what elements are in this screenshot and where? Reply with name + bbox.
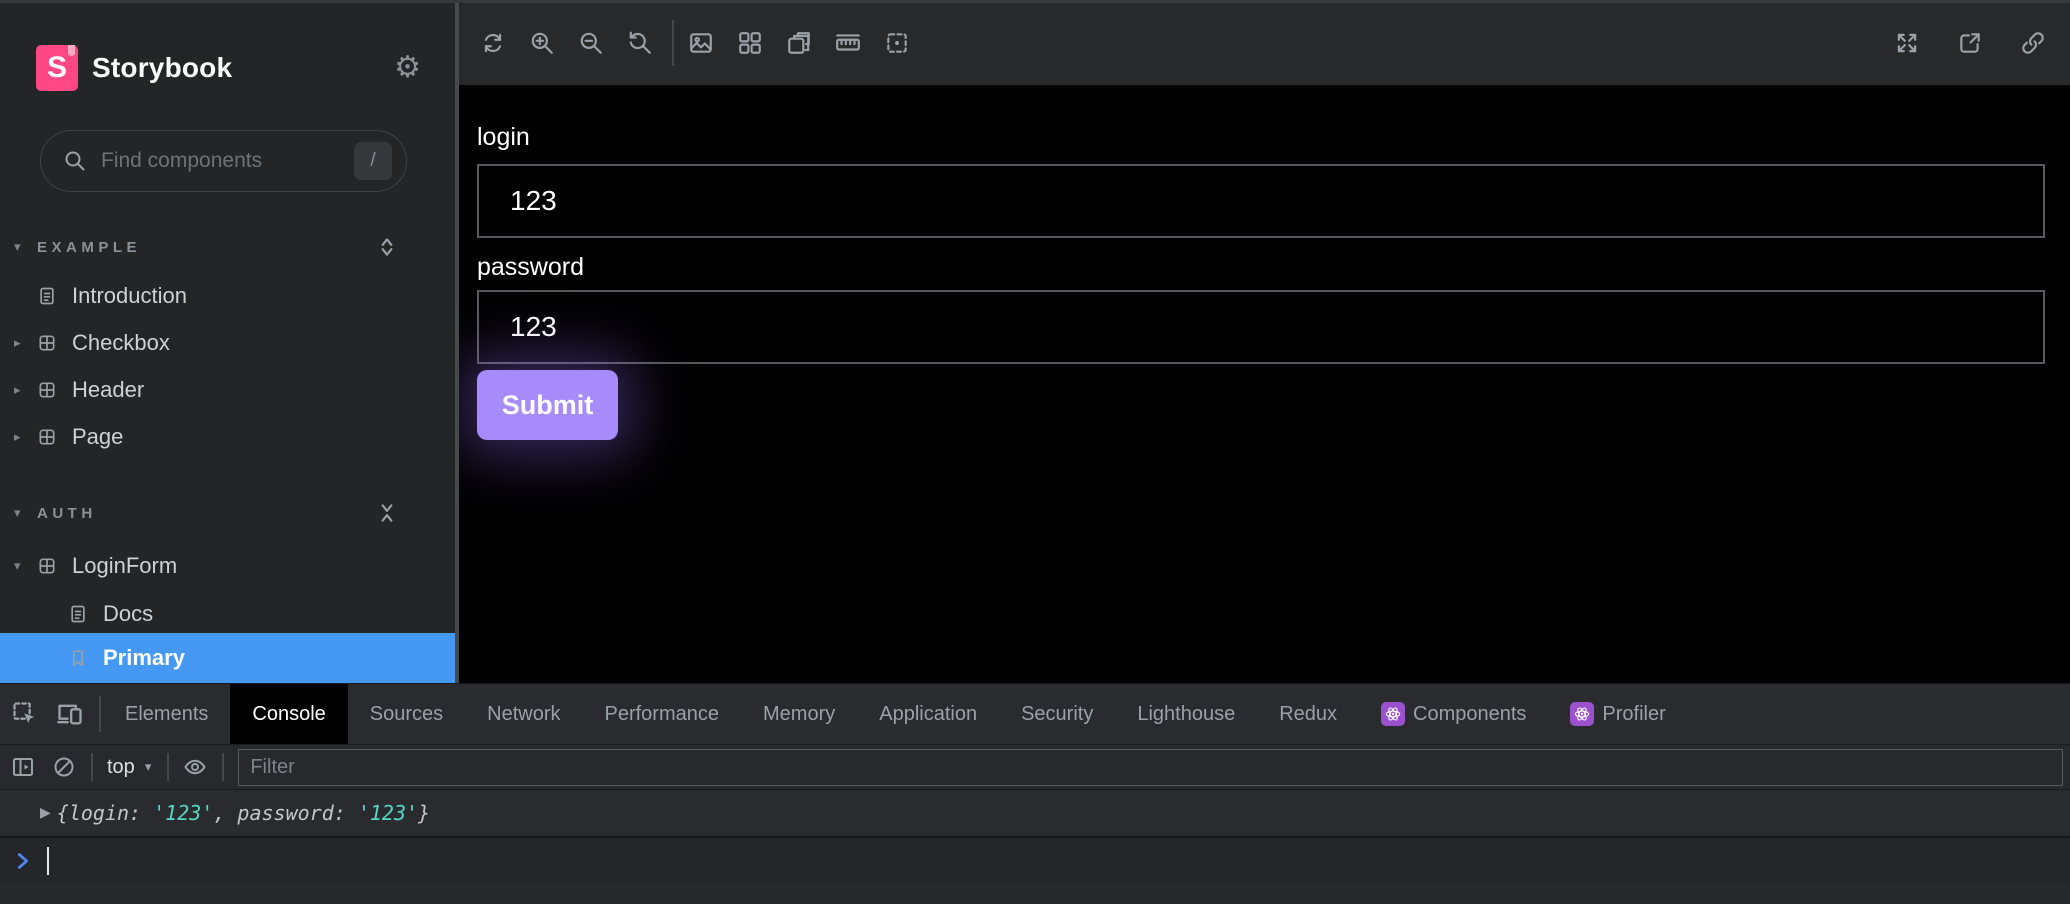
storybook-sidebar: S Storybook ⚙ Find components / ▾ EXAMPL… (0, 0, 455, 683)
brand-row: S Storybook ⚙ (36, 44, 421, 92)
sidebar-item-checkbox[interactable]: ▸ Checkbox (0, 321, 455, 365)
logo-notch (68, 45, 75, 56)
open-new-tab-icon[interactable] (1957, 30, 1983, 56)
remount-icon[interactable] (480, 30, 506, 56)
search-icon (63, 149, 87, 173)
background-icon[interactable] (688, 30, 714, 56)
sidebar-item-page[interactable]: ▸ Page (0, 415, 455, 459)
section-example[interactable]: ▾ EXAMPLE (0, 233, 455, 261)
sidebar-item-loginform[interactable]: ▾ LoginForm (0, 544, 455, 588)
chevron-right-icon: ▸ (14, 430, 28, 445)
section-label: AUTH (37, 505, 97, 522)
password-field[interactable] (477, 290, 2045, 364)
canvas-toolbar (459, 0, 2070, 85)
console-toolbar: top ▾ (0, 745, 2070, 790)
search-shortcut-key: / (354, 142, 392, 180)
expand-object-icon[interactable]: ▶ (40, 805, 51, 821)
login-field[interactable] (477, 164, 2045, 238)
tab-elements[interactable]: Elements (103, 684, 230, 744)
tabbar-divider (99, 696, 101, 732)
tab-network[interactable]: Network (465, 684, 582, 744)
execution-context-selector[interactable]: top ▾ (107, 756, 151, 779)
tab-sources[interactable]: Sources (348, 684, 465, 744)
grid-icon[interactable] (737, 30, 763, 56)
brand-title: Storybook (92, 52, 232, 84)
window-top-edge (0, 0, 2070, 3)
zoom-in-icon[interactable] (529, 30, 555, 56)
search-placeholder: Find components (101, 149, 354, 173)
component-icon (37, 556, 57, 576)
component-icon (37, 427, 57, 447)
console-prompt[interactable] (0, 838, 2070, 884)
devtools-panel: Elements Console Sources Network Perform… (0, 683, 2070, 904)
console-toolbar-divider (167, 753, 169, 781)
viewport-icon[interactable] (786, 30, 812, 56)
console-sidebar-toggle-icon[interactable] (11, 755, 35, 779)
tab-react-components[interactable]: Components (1359, 684, 1548, 744)
sidebar-item-primary[interactable]: Primary (0, 633, 455, 683)
tab-react-profiler[interactable]: Profiler (1548, 684, 1687, 744)
chevron-right-icon: ▸ (14, 336, 28, 351)
tab-console[interactable]: Console (230, 684, 347, 744)
inspect-element-icon[interactable] (11, 700, 39, 728)
section-label: EXAMPLE (37, 239, 141, 256)
sidebar-item-docs[interactable]: Docs (0, 592, 455, 636)
expand-all-icon[interactable] (374, 234, 400, 260)
tab-lighthouse[interactable]: Lighthouse (1115, 684, 1257, 744)
chevron-down-icon: ▾ (145, 760, 152, 775)
copy-link-icon[interactable] (2020, 30, 2046, 56)
measure-icon[interactable] (835, 30, 861, 56)
submit-button[interactable]: Submit (477, 370, 618, 440)
chevron-right-icon: ▸ (14, 383, 28, 398)
prompt-chevron-icon (12, 850, 34, 872)
login-label: login (477, 123, 530, 152)
console-filter-input[interactable] (238, 749, 2063, 786)
sidebar-item-introduction[interactable]: Introduction (0, 274, 455, 318)
tab-application[interactable]: Application (857, 684, 999, 744)
chevron-down-icon: ▾ (14, 240, 28, 255)
storybook-logo-icon: S (36, 45, 78, 91)
zoom-reset-icon[interactable] (627, 30, 653, 56)
tab-security[interactable]: Security (999, 684, 1115, 744)
react-icon (1570, 702, 1594, 726)
chevron-down-icon: ▾ (14, 506, 28, 521)
settings-gear-icon[interactable]: ⚙ (394, 53, 421, 83)
canvas-panel: login password Submit (459, 0, 2070, 683)
password-label: password (477, 253, 584, 282)
tab-redux[interactable]: Redux (1257, 684, 1359, 744)
tab-performance[interactable]: Performance (583, 684, 742, 744)
toolbar-divider (672, 20, 674, 66)
console-toolbar-divider (222, 753, 224, 781)
chevron-down-icon: ▾ (14, 559, 28, 574)
react-icon (1381, 702, 1405, 726)
zoom-out-icon[interactable] (578, 30, 604, 56)
clear-console-icon[interactable] (52, 755, 76, 779)
section-auth[interactable]: ▾ AUTH (0, 499, 455, 527)
component-icon (37, 333, 57, 353)
device-toolbar-icon[interactable] (56, 700, 84, 728)
console-object-preview[interactable]: {login: '123', password: '123'} (57, 801, 430, 825)
doc-icon (68, 604, 88, 624)
tab-memory[interactable]: Memory (741, 684, 857, 744)
fullscreen-icon[interactable] (1894, 30, 1920, 56)
text-cursor (47, 847, 49, 875)
bookmark-icon (68, 648, 88, 668)
component-icon (37, 380, 57, 400)
console-toolbar-divider (91, 753, 93, 781)
live-expression-eye-icon[interactable] (183, 755, 207, 779)
outline-icon[interactable] (884, 30, 910, 56)
doc-icon (37, 286, 57, 306)
sidebar-item-header[interactable]: ▸ Header (0, 368, 455, 412)
search-input[interactable]: Find components / (40, 130, 407, 192)
console-log-row: ▶ {login: '123', password: '123'} (0, 790, 2070, 838)
collapse-all-icon[interactable] (374, 500, 400, 526)
devtools-tabbar: Elements Console Sources Network Perform… (0, 684, 2070, 745)
story-canvas: login password Submit (459, 85, 2070, 683)
